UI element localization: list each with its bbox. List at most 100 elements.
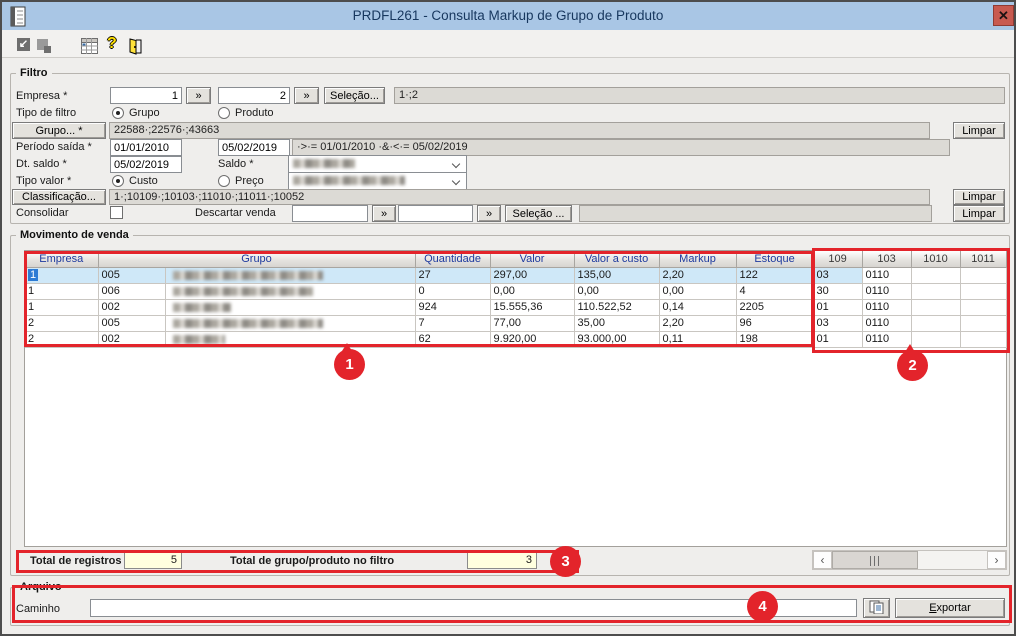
col-header-markup[interactable]: Markup (659, 251, 737, 268)
cell-grupo-nome[interactable] (165, 283, 416, 300)
cell-grupo-nome[interactable] (165, 315, 416, 332)
cell-empresa[interactable]: 2 (25, 315, 99, 332)
classificacao-limpar-button[interactable]: Limpar (953, 189, 1005, 205)
radio-preco[interactable] (218, 175, 230, 187)
scrollbar-thumb[interactable] (832, 551, 918, 569)
cell-valor-custo[interactable]: 93.000,00 (574, 331, 660, 348)
col-header-empresa[interactable]: Empresa (25, 251, 99, 268)
col-header-grupo[interactable]: Grupo (98, 251, 416, 268)
cell-109[interactable]: 03 (813, 315, 863, 332)
col-header-valor[interactable]: Valor (490, 251, 575, 268)
cell-grupo-codigo[interactable]: 002 (98, 299, 166, 316)
col-header-1010[interactable]: 1010 (911, 251, 961, 268)
radio-custo[interactable] (112, 175, 124, 187)
radio-custo-label[interactable]: Custo (129, 175, 158, 187)
table-row[interactable]: 2 002 62 9.920,00 93.000,00 0,11 198 01 … (25, 331, 1007, 348)
empresa-selecao-button[interactable]: Seleção... (324, 87, 385, 104)
scroll-right-button[interactable]: › (987, 551, 1006, 569)
cell-grupo-codigo[interactable]: 005 (98, 267, 166, 284)
cell-valor[interactable]: 0,00 (490, 283, 575, 300)
cell-estoque[interactable]: 198 (736, 331, 814, 348)
radio-grupo-label[interactable]: Grupo (129, 107, 160, 119)
help-button[interactable]: ? (107, 35, 125, 52)
cell-109[interactable]: 01 (813, 299, 863, 316)
cell-grupo-codigo[interactable]: 006 (98, 283, 166, 300)
cell-estoque[interactable]: 4 (736, 283, 814, 300)
descartar-to-input[interactable] (398, 205, 473, 222)
cell-109[interactable]: 03 (813, 267, 863, 284)
col-header-estoque[interactable]: Estoque (736, 251, 814, 268)
cell-grupo-nome[interactable] (165, 331, 416, 348)
cell-valor[interactable]: 77,00 (490, 315, 575, 332)
caminho-input[interactable] (90, 599, 857, 617)
cell-valor[interactable]: 297,00 (490, 267, 575, 284)
col-header-1011[interactable]: 1011 (960, 251, 1007, 268)
cell-estoque[interactable]: 2205 (736, 299, 814, 316)
descartar-from-expand-button[interactable]: » (372, 205, 396, 222)
cell-markup[interactable]: 2,20 (659, 267, 737, 284)
cell-grupo-nome[interactable] (165, 299, 416, 316)
cell-103[interactable]: 0110 (862, 331, 912, 348)
cell-empresa[interactable]: 1 (25, 267, 99, 284)
cell-1011[interactable] (960, 299, 1007, 316)
attach-button[interactable]: ↙ (12, 38, 30, 55)
scroll-left-button[interactable]: ‹ (813, 551, 832, 569)
cell-estoque[interactable]: 96 (736, 315, 814, 332)
cell-1010[interactable] (911, 331, 961, 348)
table-row[interactable]: 1 006 0 0,00 0,00 0,00 4 30 0110 (25, 283, 1007, 300)
browse-file-button[interactable] (863, 598, 890, 618)
descartar-to-expand-button[interactable]: » (477, 205, 501, 222)
radio-preco-label[interactable]: Preço (235, 175, 264, 187)
cell-103[interactable]: 0110 (862, 299, 912, 316)
table-row[interactable]: 1 005 27 297,00 135,00 2,20 122 03 0110 (25, 267, 1007, 284)
cell-markup[interactable]: 2,20 (659, 315, 737, 332)
saldo-combobox[interactable] (288, 155, 467, 173)
cell-1011[interactable] (960, 315, 1007, 332)
periodo-to-input[interactable] (218, 139, 290, 156)
cell-quantidade[interactable]: 7 (415, 315, 491, 332)
table-row[interactable]: 1 002 924 15.555,36 110.522,52 0,14 2205… (25, 299, 1007, 316)
grupo-button[interactable]: Grupo... * (12, 122, 106, 139)
cell-1010[interactable] (911, 299, 961, 316)
cell-1010[interactable] (911, 315, 961, 332)
cell-quantidade[interactable]: 62 (415, 331, 491, 348)
radio-produto-label[interactable]: Produto (235, 107, 274, 119)
cell-quantidade[interactable]: 924 (415, 299, 491, 316)
radio-produto[interactable] (218, 107, 230, 119)
exportar-button[interactable]: Exportar (895, 598, 1005, 618)
cell-1010[interactable] (911, 267, 961, 284)
dt-saldo-input[interactable] (110, 156, 182, 173)
cell-markup[interactable]: 0,11 (659, 331, 737, 348)
cell-103[interactable]: 0110 (862, 315, 912, 332)
empresa-from-input[interactable] (110, 87, 182, 104)
cell-estoque[interactable]: 122 (736, 267, 814, 284)
cell-1010[interactable] (911, 283, 961, 300)
horizontal-scrollbar[interactable]: ‹ › (812, 550, 1007, 570)
empresa-from-expand-button[interactable]: » (186, 87, 211, 104)
col-header-quantidade[interactable]: Quantidade (415, 251, 491, 268)
col-header-109[interactable]: 109 (813, 251, 863, 268)
cell-quantidade[interactable]: 27 (415, 267, 491, 284)
exit-button[interactable] (127, 38, 145, 55)
cell-valor-custo[interactable]: 35,00 (574, 315, 660, 332)
close-button[interactable]: ✕ (993, 5, 1014, 26)
table-row[interactable]: 2 005 7 77,00 35,00 2,20 96 03 0110 (25, 315, 1007, 332)
cell-quantidade[interactable]: 0 (415, 283, 491, 300)
cell-empresa[interactable]: 1 (25, 283, 99, 300)
cell-valor[interactable]: 9.920,00 (490, 331, 575, 348)
cell-1011[interactable] (960, 331, 1007, 348)
radio-grupo[interactable] (112, 107, 124, 119)
grupo-limpar-button[interactable]: Limpar (953, 122, 1005, 139)
col-header-valor-custo[interactable]: Valor a custo (574, 251, 660, 268)
consolidar-checkbox[interactable] (110, 206, 123, 219)
cell-grupo-codigo[interactable]: 005 (98, 315, 166, 332)
cell-valor-custo[interactable]: 135,00 (574, 267, 660, 284)
cell-109[interactable]: 01 (813, 331, 863, 348)
descartar-from-input[interactable] (292, 205, 368, 222)
cascade-windows-button[interactable] (36, 38, 54, 55)
cell-empresa[interactable]: 2 (25, 331, 99, 348)
cell-valor[interactable]: 15.555,36 (490, 299, 575, 316)
grid-view-button[interactable] (81, 38, 99, 55)
descartar-limpar-button[interactable]: Limpar (953, 205, 1005, 222)
col-header-103[interactable]: 103 (862, 251, 912, 268)
